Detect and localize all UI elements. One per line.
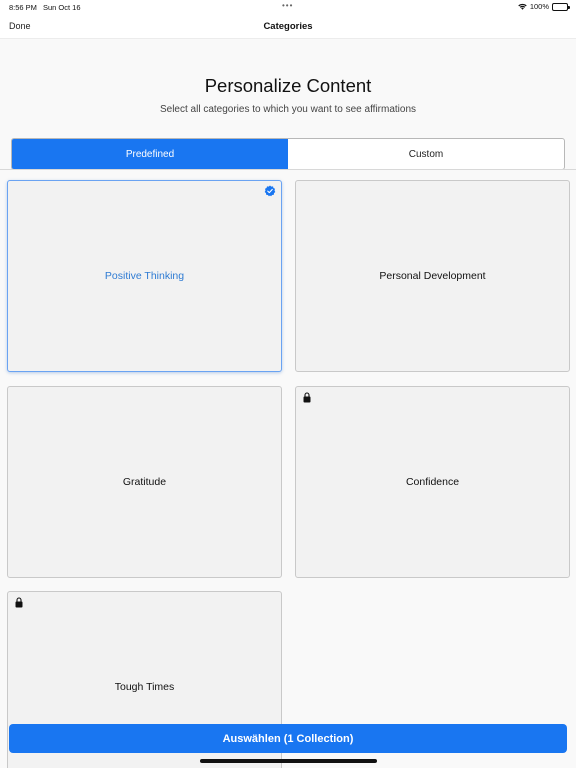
lock-icon [303,392,311,403]
tab-predefined[interactable]: Predefined [12,139,288,169]
status-bar: 8:56 PM Sun Oct 16 ••• 100% [0,0,576,14]
battery-icon [552,2,570,11]
tab-custom[interactable]: Custom [288,139,564,169]
multitasking-dots-icon[interactable]: ••• [282,2,293,10]
category-label: Personal Development [379,270,486,282]
navigation-bar: Done Categories [0,14,576,39]
category-card-confidence[interactable]: Confidence [295,386,570,578]
status-date: Sun Oct 16 [43,3,81,12]
checkmark-badge-icon [264,185,276,197]
status-indicators: 100% [518,2,570,11]
lock-icon [15,597,23,608]
category-card-gratitude[interactable]: Gratitude [7,386,282,578]
main-content: Personalize Content Select all categorie… [0,39,576,768]
wifi-icon [518,3,527,10]
page-subtitle: Select all categories to which you want … [159,104,417,115]
home-indicator [200,759,377,763]
segmented-control: Predefined Custom [11,138,565,170]
divider [0,169,576,170]
category-card-positive-thinking[interactable]: Positive Thinking [7,180,282,372]
category-label: Positive Thinking [104,270,185,282]
status-time: 8:56 PM [9,3,37,12]
nav-title: Categories [263,21,313,32]
page-title: Personalize Content [204,75,372,96]
battery-percent: 100% [529,2,549,11]
category-label: Tough Times [114,681,175,693]
category-label: Confidence [405,476,460,488]
category-label: Gratitude [122,476,167,488]
select-collection-button[interactable]: Auswählen (1 Collection) [9,724,567,753]
category-card-personal-development[interactable]: Personal Development [295,180,570,372]
